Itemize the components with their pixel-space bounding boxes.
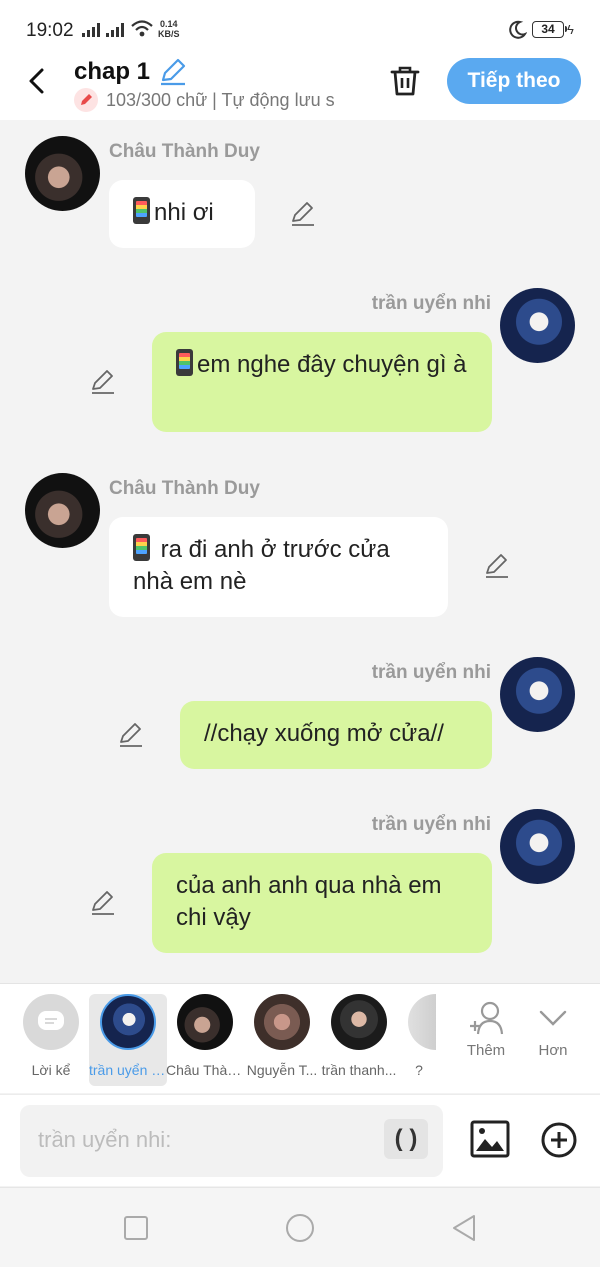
- status-time: 19:02: [26, 20, 74, 41]
- image-icon[interactable]: [470, 1120, 510, 1158]
- message-bubble[interactable]: nhi ơi: [109, 180, 255, 248]
- pen-icon: [74, 88, 98, 112]
- message-bubble[interactable]: em nghe đây chuyện gì à: [152, 332, 492, 432]
- message-bubble[interactable]: //chạy xuống mở cửa//: [180, 701, 492, 769]
- avatar: [500, 288, 575, 363]
- sender-name: trần uyển nhi: [371, 662, 491, 683]
- character-label: Châu Thành Duy: [166, 1062, 244, 1078]
- editor-header: chap 1 103/300 chữ | Tự động lưu s Tiếp …: [0, 58, 600, 120]
- character-item[interactable]: ?: [402, 994, 436, 1078]
- word-count-line: 103/300 chữ | Tự động lưu s: [74, 88, 364, 112]
- message-bubble[interactable]: của anh anh qua nhà em chi vậy: [152, 853, 492, 953]
- system-nav-bar: [0, 1187, 600, 1267]
- avatar: [177, 994, 233, 1050]
- input-placeholder: trần uyển nhi:: [38, 1127, 172, 1152]
- add-label: Thêm: [466, 1042, 506, 1059]
- message-text: em nghe đây chuyện gì à: [197, 351, 467, 378]
- add-character-button[interactable]: Thêm: [456, 1000, 516, 1059]
- action-paren-button[interactable]: ( ): [384, 1119, 428, 1159]
- add-circle-icon[interactable]: [540, 1121, 578, 1159]
- narrator-icon: [23, 994, 79, 1050]
- chapter-title: chap 1: [74, 58, 151, 85]
- character-label: trần thanh...: [321, 1062, 397, 1078]
- status-bar: 19:02 0.14 KB/S 34 ϟ: [0, 0, 600, 58]
- chevron-down-icon: [539, 1010, 567, 1026]
- edit-message-icon[interactable]: [118, 722, 144, 748]
- message-text: của anh anh qua nhà em chi vậy: [176, 872, 442, 931]
- message-text: //chạy xuống mở cửa//: [204, 720, 444, 747]
- edit-message-icon[interactable]: [90, 890, 116, 916]
- sender-name: Châu Thành Duy: [109, 478, 260, 499]
- back-nav-icon[interactable]: [450, 1213, 478, 1243]
- recent-apps-button[interactable]: [124, 1216, 148, 1240]
- signal-icon-2: [106, 21, 124, 37]
- phone-icon: [133, 534, 150, 561]
- next-button[interactable]: Tiếp theo: [447, 58, 581, 104]
- character-label: Nguyễn T...: [246, 1062, 318, 1078]
- character-narrator[interactable]: Lời kể: [12, 994, 90, 1078]
- avatar: [408, 994, 436, 1050]
- sender-name: trần uyển nhi: [371, 814, 491, 835]
- avatar: [100, 994, 156, 1050]
- edit-message-icon[interactable]: [484, 553, 510, 579]
- avatar: [25, 136, 100, 211]
- avatar: [500, 657, 575, 732]
- battery-icon: 34: [532, 21, 567, 38]
- sender-name: Châu Thành Duy: [109, 141, 260, 162]
- back-arrow-icon[interactable]: [24, 66, 52, 96]
- character-bar: Lời kể trần uyển nhi Châu Thành Duy Nguy…: [0, 983, 600, 1093]
- message-input[interactable]: trần uyển nhi: ( ): [20, 1105, 443, 1177]
- add-user-icon: [470, 1001, 504, 1035]
- character-item[interactable]: trần thanh...: [320, 994, 398, 1078]
- character-label: Lời kể: [31, 1062, 71, 1078]
- composer: trần uyển nhi: ( ): [0, 1094, 600, 1186]
- character-item[interactable]: Châu Thành Duy: [166, 994, 244, 1078]
- avatar: [25, 473, 100, 548]
- wifi-icon: [131, 20, 153, 37]
- more-label: Hơn: [538, 1042, 568, 1059]
- message-bubble[interactable]: ra đi anh ở trước cửa nhà em nè: [109, 517, 448, 617]
- character-item[interactable]: Nguyễn T...: [243, 994, 321, 1078]
- avatar: [331, 994, 387, 1050]
- charging-icon: ϟ: [567, 22, 574, 37]
- edit-message-icon[interactable]: [290, 201, 316, 227]
- edit-title-icon[interactable]: [158, 58, 188, 86]
- moon-icon: [509, 20, 527, 39]
- character-selected[interactable]: trần uyển nhi: [89, 994, 167, 1086]
- phone-icon: [176, 349, 193, 376]
- sender-name: trần uyển nhi: [371, 293, 491, 314]
- character-label: trần uyển nhi: [89, 1062, 167, 1078]
- net-speed: 0.14 KB/S: [158, 19, 180, 39]
- message-text: ra đi anh ở trước cửa nhà em nè: [133, 536, 390, 595]
- more-button[interactable]: Hơn: [523, 1000, 583, 1059]
- word-count-text: 103/300 chữ | Tự động lưu s: [106, 89, 335, 110]
- character-label: ?: [415, 1062, 423, 1078]
- home-button[interactable]: [286, 1214, 314, 1242]
- phone-icon: [133, 197, 150, 224]
- edit-message-icon[interactable]: [90, 369, 116, 395]
- net-speed-unit: KB/S: [158, 29, 180, 39]
- avatar: [254, 994, 310, 1050]
- avatar: [500, 809, 575, 884]
- message-text: nhi ơi: [154, 199, 214, 226]
- signal-icon: [82, 21, 100, 37]
- net-speed-value: 0.14: [159, 19, 178, 29]
- trash-icon[interactable]: [388, 64, 422, 98]
